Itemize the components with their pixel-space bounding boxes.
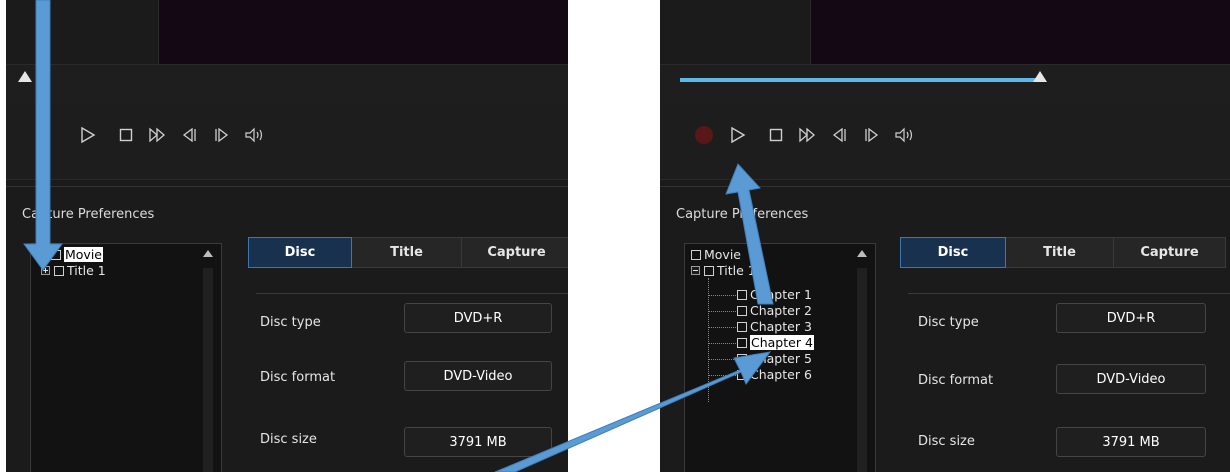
stop-icon[interactable]: [112, 121, 140, 149]
tree-node-title-1[interactable]: Title 1: [41, 263, 106, 278]
scroll-up-icon[interactable]: [857, 250, 867, 257]
checkbox-icon[interactable]: [737, 369, 747, 380]
disc-size-field[interactable]: 3791 MB: [1056, 427, 1206, 457]
checkbox-icon[interactable]: [737, 353, 747, 364]
capture-preferences-section: Capture Preferences Movie Title 1 Chapte…: [660, 186, 1230, 472]
divider: [256, 293, 568, 294]
disc-size-field[interactable]: 3791 MB: [404, 427, 552, 457]
checkbox-icon[interactable]: [704, 265, 714, 276]
capture-preferences-section: Capture Preferences Movie Title 1 Disc T…: [6, 186, 568, 472]
seek-thumb[interactable]: [18, 71, 32, 82]
volume-icon[interactable]: [890, 121, 918, 149]
tree-node-chapter-3[interactable]: Chapter 3: [737, 319, 812, 334]
tab-capture[interactable]: Capture: [462, 237, 568, 268]
tree-scrollbar[interactable]: [857, 268, 867, 472]
record-icon[interactable]: [690, 121, 718, 149]
checkbox-icon[interactable]: [737, 337, 747, 348]
play-icon[interactable]: [74, 121, 102, 149]
tab-capture[interactable]: Capture: [1114, 237, 1226, 268]
prefs-tabs: Disc Title Capture: [248, 237, 568, 270]
tree-node-movie[interactable]: Movie: [51, 247, 103, 262]
tree-node-chapter-5[interactable]: Chapter 5: [737, 351, 812, 366]
seek-timeline[interactable]: [660, 64, 1230, 104]
title-tree: Movie Title 1: [30, 243, 222, 472]
disc-type-field[interactable]: DVD+R: [404, 303, 552, 333]
checkbox-icon[interactable]: [51, 249, 61, 260]
stop-icon[interactable]: [762, 121, 790, 149]
tree-node-chapter-1[interactable]: Chapter 1: [737, 287, 812, 302]
checkbox-icon[interactable]: [54, 265, 64, 276]
checkbox-icon[interactable]: [737, 289, 747, 300]
disc-format-label: Disc format: [260, 370, 336, 385]
prefs-title: Capture Preferences: [22, 207, 155, 222]
fast-forward-icon[interactable]: [794, 121, 822, 149]
prefs-title: Capture Preferences: [676, 207, 809, 222]
volume-icon[interactable]: [240, 121, 268, 149]
checkbox-icon[interactable]: [691, 249, 701, 260]
fast-forward-icon[interactable]: [144, 121, 172, 149]
disc-type-label: Disc type: [918, 315, 979, 330]
next-frame-icon[interactable]: [208, 121, 236, 149]
seek-progress: [680, 78, 1041, 82]
previous-frame-icon[interactable]: [826, 121, 854, 149]
disc-size-label: Disc size: [260, 432, 317, 447]
disc-size-label: Disc size: [918, 434, 975, 449]
tab-title[interactable]: Title: [352, 237, 462, 268]
tree-guide-line: [708, 278, 709, 402]
tree-guide-line: [708, 375, 736, 376]
tab-disc[interactable]: Disc: [248, 237, 352, 268]
video-preview: [158, 0, 568, 66]
tree-guide-line: [708, 311, 736, 312]
right-screenshot-panel: Capture Preferences Movie Title 1 Chapte…: [660, 0, 1230, 472]
next-frame-icon[interactable]: [858, 121, 886, 149]
seek-thumb[interactable]: [1033, 71, 1048, 82]
tree-guide-line: [708, 359, 736, 360]
tab-disc[interactable]: Disc: [900, 237, 1006, 268]
disc-type-field[interactable]: DVD+R: [1056, 303, 1206, 333]
prefs-tabs: Disc Title Capture: [900, 237, 1226, 270]
playback-controls: [6, 103, 568, 180]
collapse-minus-icon[interactable]: [691, 266, 700, 275]
scroll-up-icon[interactable]: [203, 250, 213, 257]
previous-frame-icon[interactable]: [176, 121, 204, 149]
left-screenshot-panel: Capture Preferences Movie Title 1 Disc T…: [6, 0, 568, 472]
playback-controls: [660, 103, 1230, 180]
disc-format-field[interactable]: DVD-Video: [1056, 364, 1206, 394]
tree-scrollbar[interactable]: [203, 268, 213, 472]
tree-node-title-1[interactable]: Title 1: [691, 263, 756, 278]
tab-title[interactable]: Title: [1006, 237, 1114, 268]
expand-plus-icon[interactable]: [41, 266, 50, 275]
disc-type-label: Disc type: [260, 315, 321, 330]
checkbox-icon[interactable]: [737, 305, 747, 316]
divider: [908, 293, 1230, 294]
disc-format-field[interactable]: DVD-Video: [404, 361, 552, 391]
disc-format-label: Disc format: [918, 373, 994, 388]
tree-guide-line: [708, 343, 736, 344]
tree-node-movie[interactable]: Movie: [691, 247, 741, 262]
play-icon[interactable]: [724, 121, 752, 149]
tree-guide-line: [708, 295, 736, 296]
video-preview: [810, 0, 1230, 66]
tree-node-chapter-4[interactable]: Chapter 4: [737, 335, 814, 350]
title-tree: Movie Title 1 Chapter 1 Chapter 2 Chapte…: [684, 243, 876, 472]
tree-node-chapter-6[interactable]: Chapter 6: [737, 367, 812, 382]
seek-timeline[interactable]: [6, 64, 568, 104]
checkbox-icon[interactable]: [737, 321, 747, 332]
tree-node-chapter-2[interactable]: Chapter 2: [737, 303, 812, 318]
tree-guide-line: [708, 327, 736, 328]
